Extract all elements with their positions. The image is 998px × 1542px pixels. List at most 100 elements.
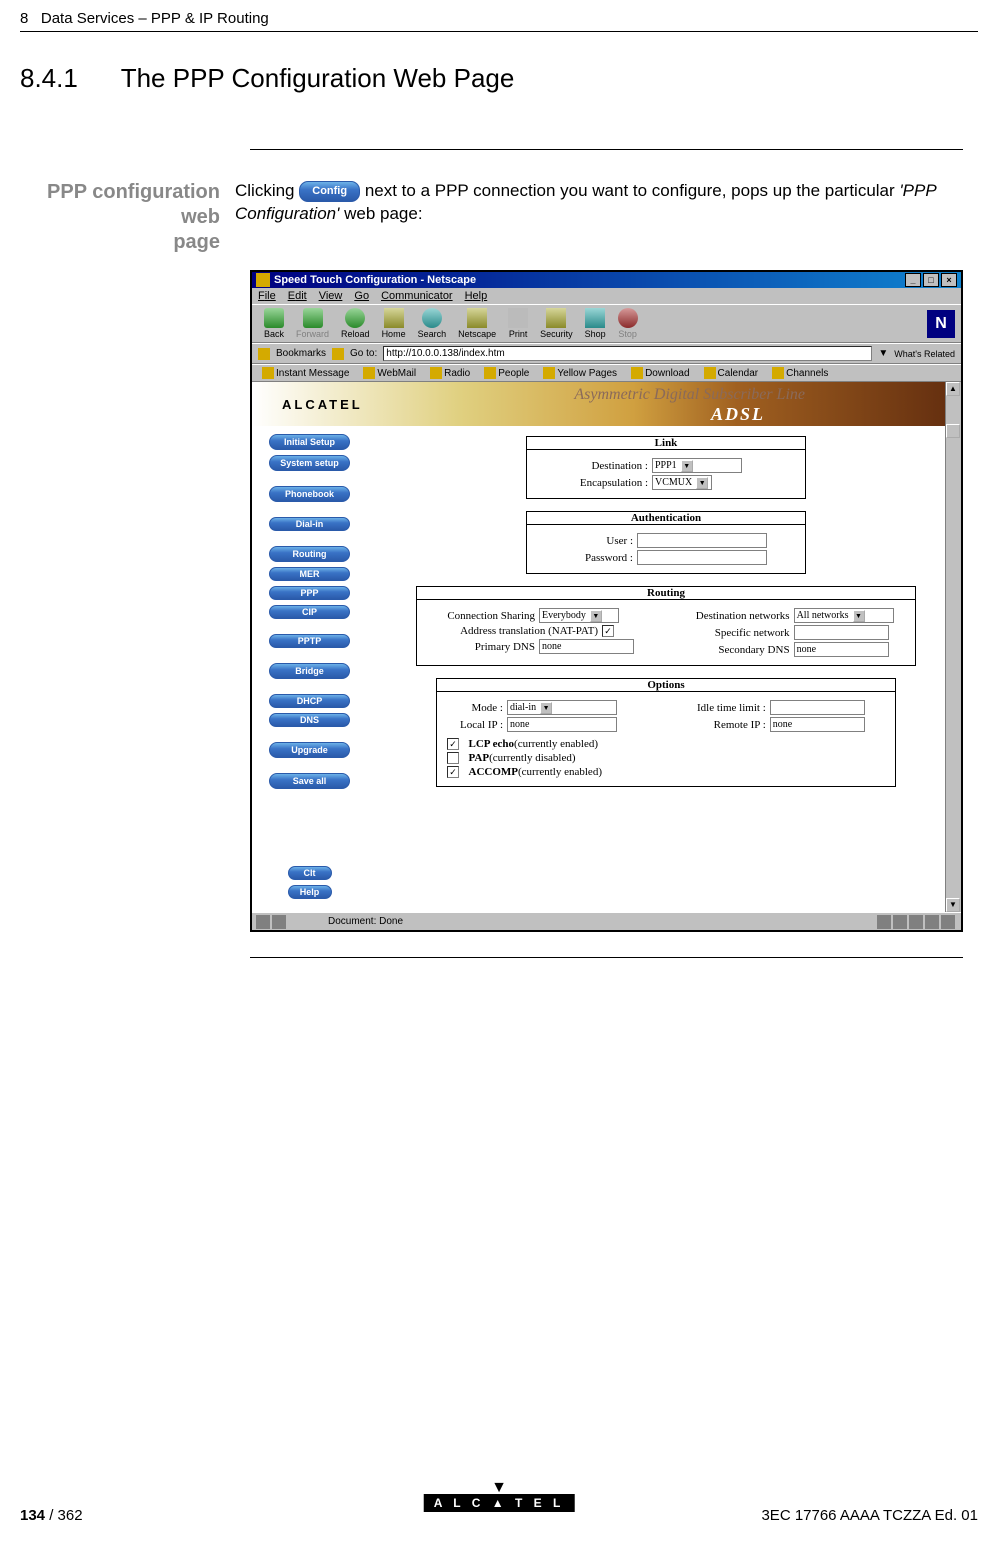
toolbar-search-button[interactable]: Search [412,307,453,340]
menu-edit[interactable]: Edit [288,290,307,302]
sidebar-item-help[interactable]: Help [288,885,332,899]
dropdown-icon[interactable]: ▼ [590,610,602,622]
destination-select[interactable]: PPP1▼ [652,458,742,473]
link-instant-message[interactable]: Instant Message [258,367,353,379]
primary-dns-value: none [542,641,561,652]
sidebar-item-initial-setup[interactable]: Initial Setup [269,434,350,450]
spec-net-input[interactable] [794,625,889,640]
vertical-scrollbar[interactable]: ▲ ▼ [945,382,961,912]
toolbar-label: Netscape [458,329,496,339]
menu-help[interactable]: Help [465,290,488,302]
sidebar-item-dns[interactable]: DNS [269,713,350,727]
bookmarks-icon[interactable] [258,348,270,360]
link-calendar[interactable]: Calendar [700,367,763,379]
home-icon [384,308,404,328]
link-radio[interactable]: Radio [426,367,474,379]
component-icon[interactable] [925,915,939,929]
idle-input[interactable] [770,700,865,715]
goto-icon [332,348,344,360]
toolbar-home-button[interactable]: Home [376,307,412,340]
primary-dns-label: Primary DNS [427,641,539,653]
lcp-status: (currently enabled) [514,738,598,750]
local-ip-value: none [510,719,529,730]
spec-net-label: Specific network [676,627,794,639]
menu-view[interactable]: View [319,290,343,302]
scroll-up-icon[interactable]: ▲ [946,382,960,396]
security-icon [546,308,566,328]
user-input[interactable] [637,533,767,548]
sidebar-item-clt[interactable]: Clt [288,866,332,880]
menu-file[interactable]: File [258,290,276,302]
dropdown-icon[interactable]: ▼ [853,610,865,622]
sidebar-item-upgrade[interactable]: Upgrade [269,742,350,758]
sidebar-item-ppp[interactable]: PPP [269,586,350,600]
component-icon[interactable] [941,915,955,929]
pap-checkbox[interactable] [447,752,459,764]
dropdown-icon[interactable]: ▼ [540,702,552,714]
sidebar-item-pptp[interactable]: PPTP [269,634,350,648]
search-icon [422,308,442,328]
remote-ip-input[interactable]: none [770,717,865,732]
page-header: 8 Data Services – PPP & IP Routing [0,0,998,38]
toolbar-reload-button[interactable]: Reload [335,307,376,340]
component-icon[interactable] [909,915,923,929]
whats-related[interactable]: What's Related [894,349,955,359]
scroll-down-icon[interactable]: ▼ [946,898,960,912]
link-people[interactable]: People [480,367,533,379]
lcp-checkbox[interactable]: ✓ [447,738,459,750]
sidebar-item-phonebook[interactable]: Phonebook [269,486,350,502]
nat-checkbox[interactable]: ✓ [602,625,614,637]
sidebar-item-save-all[interactable]: Save all [269,773,350,789]
menu-communicator[interactable]: Communicator [381,290,453,302]
toolbar-label: Shop [585,329,606,339]
mode-select[interactable]: dial-in▼ [507,700,617,715]
sidebar-item-mer[interactable]: MER [269,567,350,581]
config-button[interactable]: Config [299,181,360,202]
local-ip-input[interactable]: none [507,717,617,732]
page-footer: ▼ A L C ▲ T E L 134 / 362 3EC 17766 AAAA… [0,1507,998,1524]
password-input[interactable] [637,550,767,565]
body-p1: Clicking [235,181,299,200]
toolbar-forward-button: Forward [290,307,335,340]
link-channels[interactable]: Channels [768,367,832,379]
minimize-button[interactable]: _ [905,273,921,287]
dropdown-icon[interactable]: ▼ [696,477,708,489]
scroll-thumb[interactable] [946,424,960,438]
menu-go[interactable]: Go [354,290,369,302]
maximize-button[interactable]: □ [923,273,939,287]
dropdown-icon[interactable]: ▼ [681,460,693,472]
netscape-throbber[interactable]: N [927,310,955,338]
sidebar-item-bridge[interactable]: Bridge [269,663,350,679]
component-icon[interactable] [877,915,891,929]
toolbar-label: Back [264,329,284,339]
link-webmail[interactable]: WebMail [359,367,420,379]
sidebar-item-system-setup[interactable]: System setup [269,455,350,471]
bottom-rule [250,957,963,958]
url-input[interactable] [383,346,872,361]
link-download[interactable]: Download [627,367,693,379]
options-box: Options Mode : dial-in▼ Local IP : none [436,678,896,787]
bookmarks-label[interactable]: Bookmarks [276,348,326,359]
dest-net-select[interactable]: All networks▼ [794,608,894,623]
toolbar-print-button[interactable]: Print [502,307,534,340]
remote-ip-label: Remote IP : [675,719,770,731]
component-icon[interactable] [893,915,907,929]
bookmark-icon [704,367,716,379]
sidebar-item-routing[interactable]: Routing [269,546,350,562]
toolbar-netscape-button[interactable]: Netscape [452,307,502,340]
conn-sharing-label: Connection Sharing [427,610,539,622]
toolbar-security-button[interactable]: Security [534,307,579,340]
toolbar-shop-button[interactable]: Shop [579,307,612,340]
conn-sharing-select[interactable]: Everybody▼ [539,608,619,623]
sidebar-item-dial-in[interactable]: Dial-in [269,517,350,531]
close-button[interactable]: × [941,273,957,287]
toolbar-back-button[interactable]: Back [258,307,290,340]
link-yellow-pages[interactable]: Yellow Pages [539,367,621,379]
sidebar-item-cip[interactable]: CIP [269,605,350,619]
encapsulation-select[interactable]: VCMUX▼ [652,475,712,490]
primary-dns-input[interactable]: none [539,639,634,654]
accomp-checkbox[interactable]: ✓ [447,766,459,778]
forward-icon [303,308,323,328]
sec-dns-input[interactable]: none [794,642,889,657]
sidebar-item-dhcp[interactable]: DHCP [269,694,350,708]
